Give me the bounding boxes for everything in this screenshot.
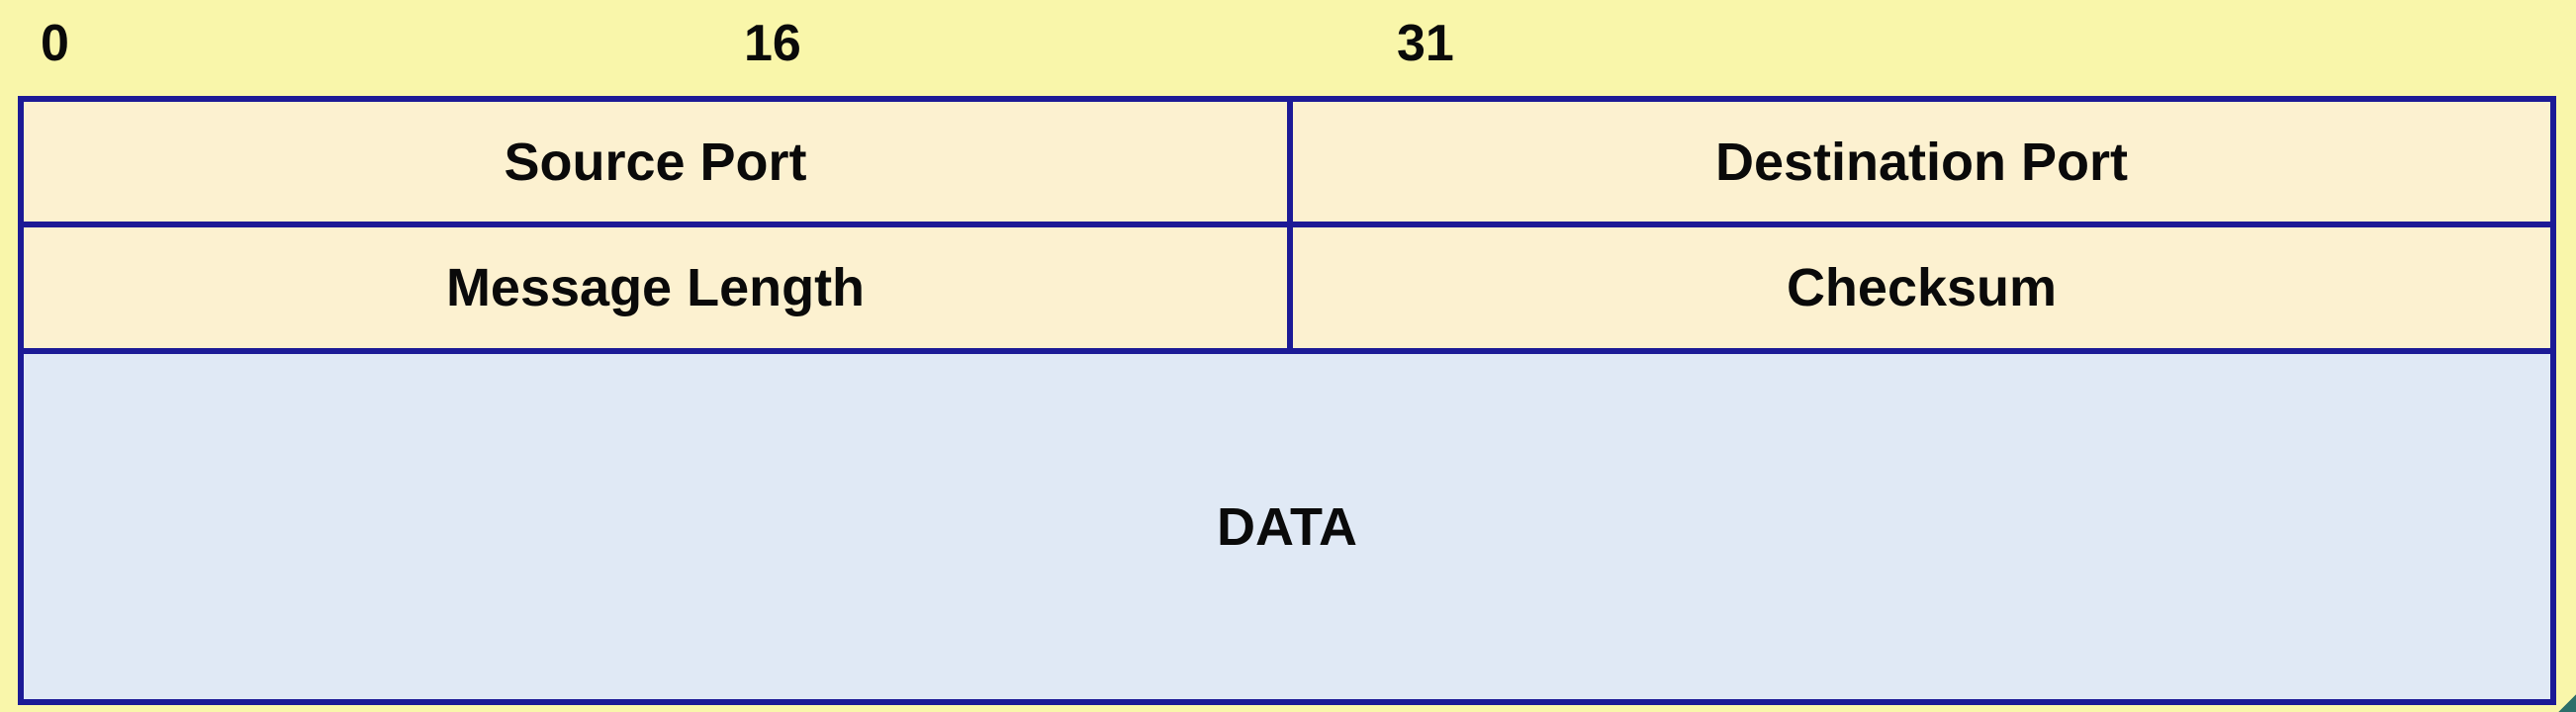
destination-port-field: Destination Port (1287, 96, 2556, 227)
source-port-field: Source Port (18, 96, 1293, 227)
destination-port-label: Destination Port (1714, 132, 2129, 192)
bit-label-31: 31 (1397, 15, 1454, 72)
bit-label-16: 16 (744, 15, 801, 72)
data-field: DATA (18, 348, 2556, 705)
message-length-field: Message Length (18, 222, 1293, 354)
data-label: DATA (1217, 496, 1357, 557)
message-length-label: Message Length (445, 258, 866, 317)
checksum-field: Checksum (1287, 222, 2556, 354)
checksum-label: Checksum (1786, 258, 2058, 317)
source-port-label: Source Port (504, 132, 807, 192)
corner-mark (2558, 694, 2576, 712)
bit-label-0: 0 (41, 15, 69, 72)
